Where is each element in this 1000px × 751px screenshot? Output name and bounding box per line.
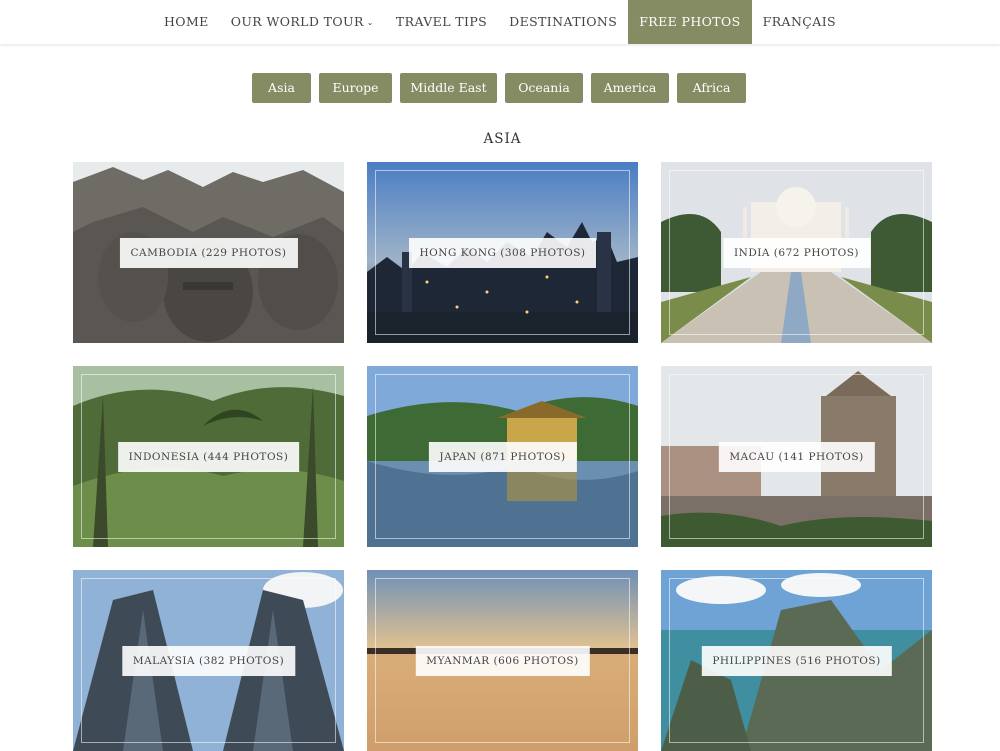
gallery-card-malaysia[interactable]: MALAYSIA (382 PHOTOS) [73, 570, 344, 751]
card-label: MYANMAR (606 PHOTOS) [415, 646, 590, 676]
gallery-card-indonesia[interactable]: INDONESIA (444 PHOTOS) [73, 366, 344, 547]
filter-africa-button[interactable]: Africa [677, 73, 746, 103]
nav-item-free-photos[interactable]: FREE PHOTOS [628, 0, 752, 44]
nav-item-francais[interactable]: FRANÇAIS [752, 0, 847, 44]
gallery-card-hong-kong[interactable]: HONG KONG (308 PHOTOS) [367, 162, 638, 343]
nav-item-destinations[interactable]: DESTINATIONS [498, 0, 628, 44]
nav-item-home-label: HOME [164, 14, 209, 29]
nav-item-travel-tips[interactable]: TRAVEL TIPS [385, 0, 498, 44]
gallery-card-myanmar[interactable]: MYANMAR (606 PHOTOS) [367, 570, 638, 751]
card-label: HONG KONG (308 PHOTOS) [408, 238, 597, 268]
nav-item-travel-tips-label: TRAVEL TIPS [395, 14, 488, 29]
nav-item-our-world-tour[interactable]: OUR WORLD TOUR ⌄ [220, 0, 385, 44]
filter-europe-button[interactable]: Europe [319, 73, 392, 103]
card-label: CAMBODIA (229 PHOTOS) [119, 238, 298, 268]
filter-asia-button[interactable]: Asia [252, 73, 311, 103]
top-navigation: HOME OUR WORLD TOUR ⌄ TRAVEL TIPS DESTINA… [0, 0, 1000, 44]
section-title: ASIA [483, 131, 522, 147]
nav-menu: HOME OUR WORLD TOUR ⌄ TRAVEL TIPS DESTINA… [0, 0, 1000, 44]
nav-item-destinations-label: DESTINATIONS [509, 14, 618, 29]
gallery-card-macau[interactable]: MACAU (141 PHOTOS) [661, 366, 932, 547]
chevron-down-icon: ⌄ [366, 18, 374, 27]
card-label: MALAYSIA (382 PHOTOS) [121, 646, 296, 676]
card-label: JAPAN (871 PHOTOS) [428, 442, 577, 472]
card-label: INDONESIA (444 PHOTOS) [117, 442, 300, 472]
nav-item-our-world-tour-label: OUR WORLD TOUR [230, 14, 364, 29]
card-label: PHILIPPINES (516 PHOTOS) [701, 646, 892, 676]
gallery-card-philippines[interactable]: PHILIPPINES (516 PHOTOS) [661, 570, 932, 751]
filter-middle-east-button[interactable]: Middle East [400, 73, 497, 103]
filter-oceania-button[interactable]: Oceania [505, 73, 583, 103]
gallery-card-india[interactable]: INDIA (672 PHOTOS) [661, 162, 932, 343]
gallery-card-japan[interactable]: JAPAN (871 PHOTOS) [367, 366, 638, 547]
nav-item-home[interactable]: HOME [153, 0, 220, 44]
card-label: INDIA (672 PHOTOS) [722, 238, 871, 268]
nav-item-francais-label: FRANÇAIS [762, 14, 836, 29]
filter-america-button[interactable]: America [591, 73, 669, 103]
gallery-card-cambodia[interactable]: CAMBODIA (229 PHOTOS) [73, 162, 344, 343]
nav-item-free-photos-label: FREE PHOTOS [639, 14, 741, 29]
card-label: MACAU (141 PHOTOS) [718, 442, 875, 472]
region-filters: Asia Europe Middle East Oceania America … [0, 73, 1000, 103]
